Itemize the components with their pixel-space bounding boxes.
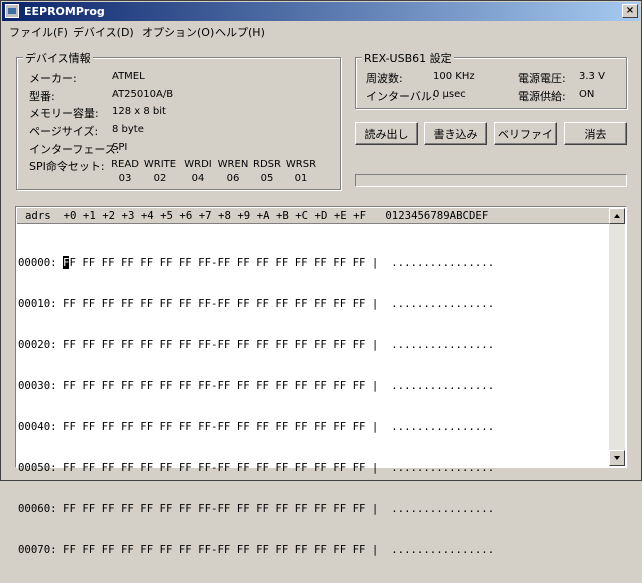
supply-voltage-value: 3.3 V [579,71,605,82]
hex-address: 00050: [18,461,57,474]
spi-wren-name: WREN [217,159,249,170]
spi-wrsr-code: 01 [294,173,308,184]
scroll-down-arrow-icon[interactable] [609,450,625,466]
spi-wren-code: 06 [226,173,240,184]
hex-address: 00000: [18,256,57,269]
menu-device[interactable]: デバイス(D) [73,24,134,40]
memory-size-value: 128 x 8 bit [112,106,166,117]
hex-address: 00020: [18,338,57,351]
model-value: AT25010A/B [112,89,174,100]
write-button[interactable]: 書き込み [424,122,487,145]
hex-row[interactable]: 00020: FF FF FF FF FF FF FF FF-FF FF FF … [18,337,494,352]
hex-row[interactable]: 00030: FF FF FF FF FF FF FF FF-FF FF FF … [18,378,494,393]
frequency-label: 周波数: [366,72,403,85]
frequency-value: 100 KHz [433,71,475,82]
device-info-group: デバイス情報 メーカー: ATMEL 型番: AT25010A/B メモリー容量… [16,50,341,190]
spi-wrsr: WRSR 01 [284,159,318,184]
hex-address: 00010: [18,297,57,310]
rex-settings-title: REX-USB61 設定 [362,50,454,66]
hex-row[interactable]: 00050: FF FF FF FF FF FF FF FF-FF FF FF … [18,460,494,475]
menu-options[interactable]: オプション(O) [142,24,214,40]
hex-bytes: FF FF FF FF FF FF FF FF-FF FF FF FF FF F… [56,297,495,310]
app-icon [5,4,19,18]
hex-bytes: F FF FF FF FF FF FF FF-FF FF FF FF FF FF… [69,256,495,269]
spi-write: WRITE 02 [143,159,177,184]
hex-header: adrs +0 +1 +2 +3 +4 +5 +6 +7 +8 +9 +A +B… [17,208,610,224]
spi-rdsr-name: RDSR [253,159,281,170]
app-window: EEPROMProg × ファイル(F) デバイス(D) オプション(O) ヘル… [0,0,642,556]
spi-wrdi-code: 04 [191,173,205,184]
hex-address: 00060: [18,502,57,515]
hex-row[interactable]: 00060: FF FF FF FF FF FF FF FF-FF FF FF … [18,501,494,516]
vertical-scrollbar[interactable] [609,208,625,466]
hex-header-text: adrs +0 +1 +2 +3 +4 +5 +6 +7 +8 +9 +A +B… [25,209,489,222]
spi-command-set-label: SPI命令セット: [29,160,105,173]
title-bar[interactable]: EEPROMProg × [2,2,640,21]
menu-bar: ファイル(F) デバイス(D) オプション(O) ヘルプ(H) [2,21,640,40]
spi-wren: WREN 06 [216,159,250,184]
spi-write-code: 02 [153,173,167,184]
interval-label: インターバル: [366,90,436,103]
hex-bytes: FF FF FF FF FF FF FF FF-FF FF FF FF FF F… [56,379,495,392]
hex-row[interactable]: 00070: FF FF FF FF FF FF FF FF-FF FF FF … [18,542,494,557]
spi-read-code: 03 [118,173,132,184]
erase-button[interactable]: 消去 [564,122,627,145]
hex-rows: 00000: FF FF FF FF FF FF FF FF-FF FF FF … [18,229,494,583]
maker-label: メーカー: [29,72,77,85]
model-label: 型番: [29,90,55,103]
menu-file[interactable]: ファイル(F) [9,24,68,40]
maker-value: ATMEL [112,71,145,82]
window-title: EEPROMProg [24,5,105,18]
menu-help[interactable]: ヘルプ(H) [215,24,265,40]
close-button[interactable]: × [622,4,638,18]
hex-editor[interactable]: adrs +0 +1 +2 +3 +4 +5 +6 +7 +8 +9 +A +B… [15,206,627,556]
read-button[interactable]: 読み出し [355,122,418,145]
hex-address: 00070: [18,543,57,556]
spi-wrdi: WRDI 04 [181,159,215,184]
spi-read: READ 03 [108,159,142,184]
power-supply-value: ON [579,89,595,100]
hex-row[interactable]: 00010: FF FF FF FF FF FF FF FF-FF FF FF … [18,296,494,311]
scroll-up-arrow-icon[interactable] [609,208,625,224]
interface-value: SPI [112,142,128,153]
memory-size-label: メモリー容量: [29,107,99,120]
hex-bytes: FF FF FF FF FF FF FF FF-FF FF FF FF FF F… [56,420,495,433]
hex-row[interactable]: 00040: FF FF FF FF FF FF FF FF-FF FF FF … [18,419,494,434]
device-info-title: デバイス情報 [23,50,93,66]
rex-settings-group: REX-USB61 設定 周波数: 100 KHz インターバル: 0 μsec… [355,50,627,109]
power-supply-label: 電源供給: [518,90,566,103]
interval-value: 0 μsec [433,89,466,100]
page-size-value: 8 byte [112,124,144,135]
supply-voltage-label: 電源電圧: [518,72,566,85]
hex-address: 00040: [18,420,57,433]
progress-bar [355,174,627,187]
verify-button[interactable]: ベリファイ [494,122,557,145]
spi-rdsr-code: 05 [260,173,274,184]
hex-bytes: FF FF FF FF FF FF FF FF-FF FF FF FF FF F… [56,543,495,556]
spi-rdsr: RDSR 05 [250,159,284,184]
hex-bytes: FF FF FF FF FF FF FF FF-FF FF FF FF FF F… [56,461,495,474]
hex-bytes: FF FF FF FF FF FF FF FF-FF FF FF FF FF F… [56,338,495,351]
hex-row[interactable]: 00000: FF FF FF FF FF FF FF FF-FF FF FF … [18,255,494,270]
spi-read-name: READ [111,159,139,170]
page-size-label: ページサイズ: [29,125,99,138]
interface-label: インターフェース: [29,143,120,156]
spi-wrdi-name: WRDI [184,159,212,170]
spi-write-name: WRITE [143,159,177,170]
hex-address: 00030: [18,379,57,392]
spi-wrsr-name: WRSR [285,159,317,170]
hex-bytes: FF FF FF FF FF FF FF FF-FF FF FF FF FF F… [56,502,495,515]
